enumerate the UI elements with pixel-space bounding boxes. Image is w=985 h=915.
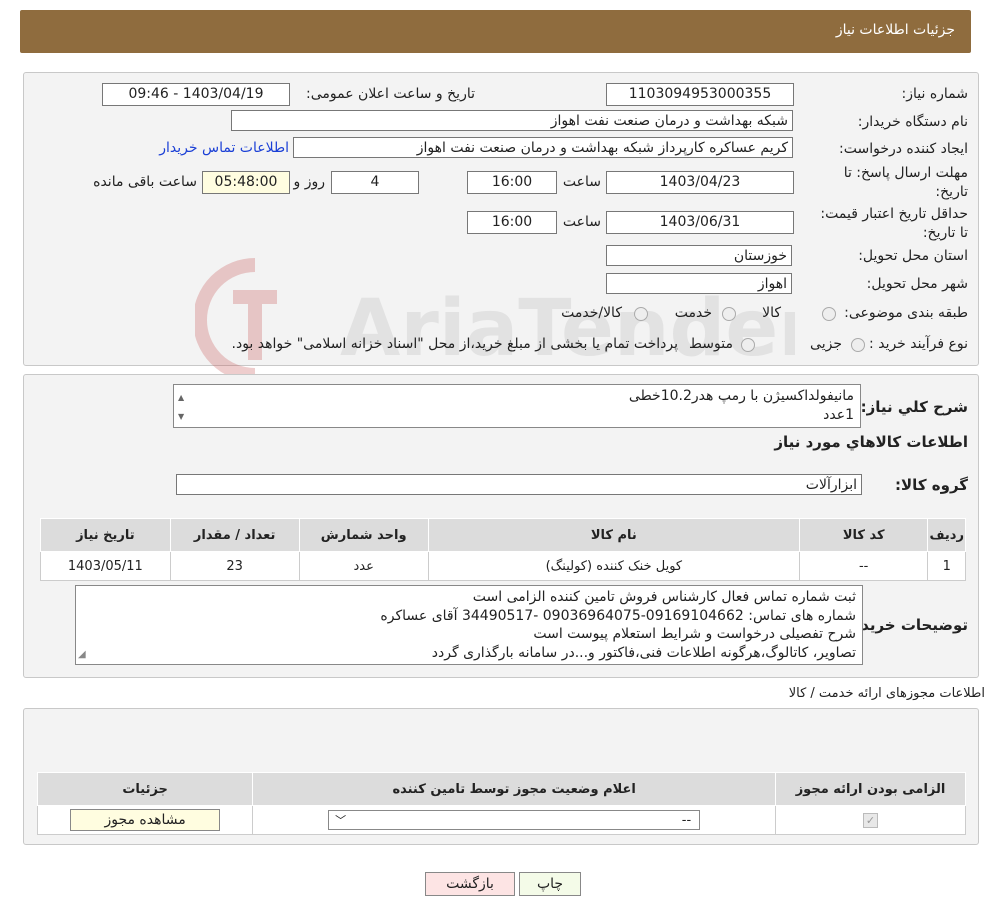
col-need-date: تاریخ نیاز — [40, 518, 171, 552]
category-radio-goods-service[interactable] — [634, 307, 648, 321]
deadline-time-label: ساعت — [562, 174, 601, 190]
items-table: تاریخ نیاز تعداد / مقدار واحد شمارش نام … — [40, 518, 966, 581]
days-label: روز و — [293, 174, 326, 190]
note-line: تصاویر، کاتالوگ،هرگونه اطلاعات فنی،فاکتو… — [431, 644, 856, 661]
chevron-down-icon: ﹀ — [335, 814, 347, 827]
print-button[interactable]: چاپ — [519, 872, 581, 896]
col-code: کد کالا — [798, 518, 929, 552]
process-option-medium: متوسط — [689, 336, 733, 352]
table-row: 1403/05/11 23 عدد کویل خنک کننده (کولینگ… — [40, 551, 966, 581]
validity-time-label: ساعت — [562, 214, 601, 230]
cell-quantity: 23 — [169, 551, 300, 581]
table-row: مشاهده مجوز -- ﹀ ✓ — [36, 805, 966, 835]
items-section-title: اطلاعات کالاهاي مورد نياز — [774, 433, 968, 451]
page-title: جزئیات اطلاعات نیاز — [835, 22, 955, 38]
deadline-time-field: 16:00 — [467, 171, 557, 194]
resize-handle-icon[interactable]: ◢ — [78, 646, 86, 665]
page-header: جزئیات اطلاعات نیاز — [20, 10, 971, 53]
buyer-contact-link[interactable]: اطلاعات تماس خریدار — [159, 140, 289, 156]
province-field: خوزستان — [606, 245, 792, 266]
validity-date-field: 1403/06/31 — [606, 211, 794, 234]
category-radio-goods[interactable] — [822, 307, 836, 321]
city-field: اهواز — [606, 273, 792, 294]
days-field: 4 — [331, 171, 419, 194]
back-button[interactable]: بازگشت — [425, 872, 515, 896]
announce-datetime-field: 1403/04/19 - 09:46 — [102, 83, 290, 106]
permit-required-checkbox[interactable]: ✓ — [863, 812, 879, 828]
summary-textarea[interactable]: مانیفولداکسیژن با رمپ هدر10.2خطی 1عدد ▲ ▼ — [173, 384, 861, 428]
validity-label: حداقل تاریخ اعتبار قیمت: تا تاریخ: — [820, 206, 968, 241]
city-label: شهر محل تحویل: — [866, 276, 968, 292]
col-unit: واحد شمارش — [298, 518, 429, 552]
col-permit-required: الزامی بودن ارائه مجوز — [775, 772, 966, 806]
category-option-service: خدمت — [674, 305, 712, 321]
summary-line: 1عدد — [823, 407, 854, 423]
process-radio-minor[interactable] — [851, 338, 865, 352]
process-note: پرداخت تمام یا بخشی از مبلغ خرید،از محل … — [231, 336, 678, 352]
note-line: شماره های تماس: 09169104662-09036964075 … — [380, 607, 856, 624]
summary-label: شرح کلي نياز: — [860, 398, 968, 416]
col-name: نام کالا — [427, 518, 800, 552]
cell-name: کویل خنک کننده (کولینگ) — [427, 551, 800, 581]
items-table-header: تاریخ نیاز تعداد / مقدار واحد شمارش نام … — [40, 518, 966, 552]
category-option-goods-service: کالا/خدمت — [561, 305, 622, 321]
category-radio-service[interactable] — [722, 307, 736, 321]
buyer-org-field: شبکه بهداشت و درمان صنعت نفت اهواز — [231, 110, 793, 131]
col-row: رديف — [927, 518, 966, 552]
note-line: شرح تفصیلی درخواست و شرایط استعلام پیوست… — [533, 626, 856, 642]
cell-code: -- — [798, 551, 929, 581]
permits-title: اطلاعات مجوزهای ارائه خدمت / کالا — [788, 686, 985, 701]
buyer-notes-textarea[interactable]: ثبت شماره تماس فعال کارشناس فروش تامین ک… — [75, 585, 863, 665]
cell-row: 1 — [927, 551, 966, 581]
buyer-org-label: نام دستگاه خریدار: — [857, 114, 968, 130]
category-option-goods: کالا — [762, 305, 781, 321]
note-line: ثبت شماره تماس فعال کارشناس فروش تامین ک… — [472, 589, 856, 605]
view-permit-button[interactable]: مشاهده مجوز — [70, 809, 221, 831]
permit-status-select[interactable]: -- ﹀ — [328, 810, 701, 830]
permits-table: جزئیات اعلام وضعیت مجوز توسط تامین کننده… — [36, 772, 966, 835]
need-number-label: شماره نیاز: — [901, 86, 969, 102]
watermark-text: AriaTender.neT — [340, 284, 795, 374]
goods-group-field: ابزارآلات — [176, 474, 862, 495]
process-radio-medium[interactable] — [741, 338, 755, 352]
summary-line: مانیفولداکسیژن با رمپ هدر10.2خطی — [628, 388, 854, 404]
announce-label: تاریخ و ساعت اعلان عمومی: — [306, 86, 475, 102]
scroll-arrows-icon[interactable]: ▲ ▼ — [178, 388, 184, 426]
process-option-minor: جزیی — [810, 336, 842, 352]
deadline-date-field: 1403/04/23 — [606, 171, 794, 194]
creator-label: ایجاد کننده درخواست: — [839, 141, 968, 157]
goods-group-label: گروه کالا: — [895, 476, 968, 494]
col-permit-status: اعلام وضعیت مجوز توسط تامین کننده — [252, 772, 777, 806]
select-value: -- — [681, 813, 692, 828]
need-number-field: 1103094953000355 — [606, 83, 794, 106]
category-label: طبقه بندی موضوعی: — [844, 305, 968, 321]
validity-time-field: 16:00 — [467, 211, 557, 234]
cell-unit: عدد — [298, 551, 429, 581]
permits-table-header: جزئیات اعلام وضعیت مجوز توسط تامین کننده… — [36, 772, 966, 806]
province-label: استان محل تحویل: — [858, 248, 968, 264]
process-label: نوع فرآیند خرید : — [869, 336, 968, 352]
remaining-label: ساعت باقی مانده — [93, 174, 197, 190]
creator-field: کریم عساکره کارپرداز شبکه بهداشت و درمان… — [293, 137, 793, 158]
deadline-label: مهلت ارسال پاسخ: تا تاریخ: — [843, 165, 968, 200]
col-quantity: تعداد / مقدار — [169, 518, 300, 552]
cell-need-date: 1403/05/11 — [40, 551, 171, 581]
col-details: جزئیات — [36, 772, 254, 806]
remaining-time-field: 05:48:00 — [202, 171, 290, 194]
